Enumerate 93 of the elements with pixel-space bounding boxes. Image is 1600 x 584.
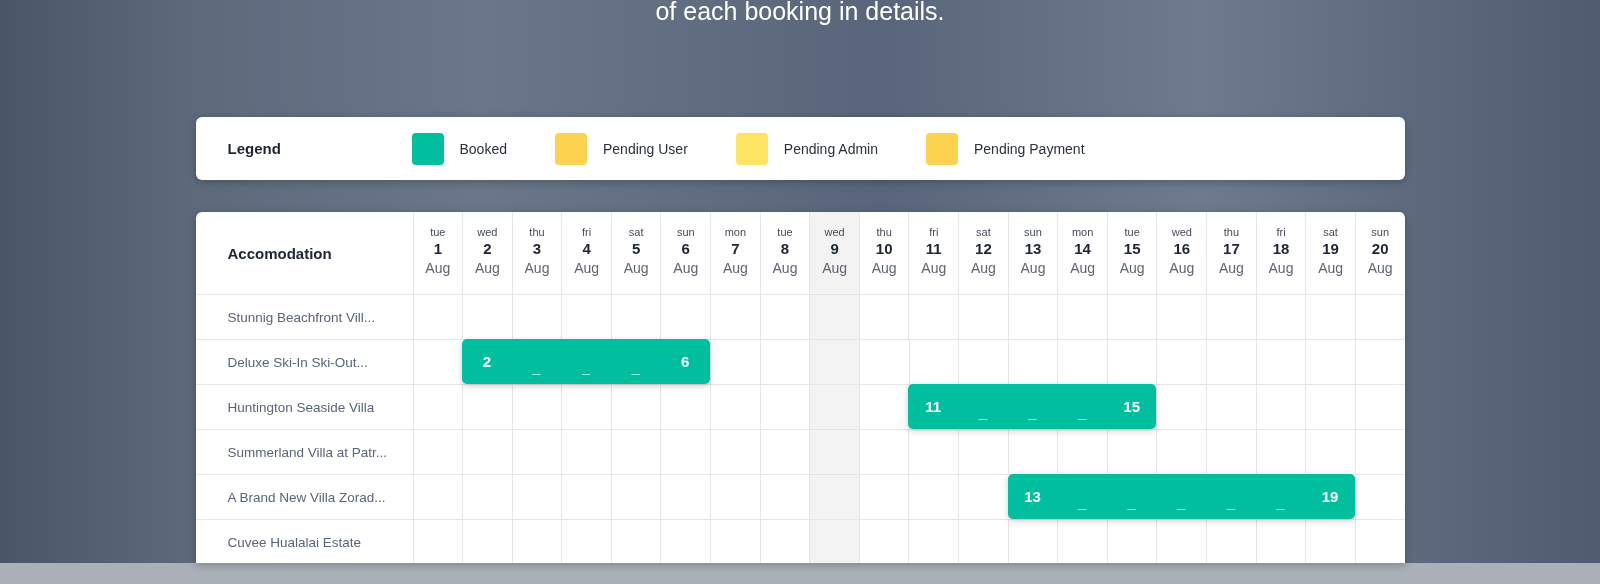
accommodation-name: Stunnig Beachfront Vill... [226, 309, 377, 325]
day-number: 6 [681, 239, 690, 259]
month-label: Aug [921, 259, 947, 277]
weekday-label: sat [976, 225, 991, 239]
weekday-label: mon [1071, 225, 1094, 239]
booking-day: 11 [925, 398, 942, 415]
month-label: Aug [1020, 259, 1046, 277]
month-label: Aug [822, 259, 848, 277]
weekday-label: fri [1276, 225, 1286, 239]
weekday-label: fri [929, 225, 939, 239]
weekday-label: mon [724, 225, 747, 239]
day-number: 3 [532, 239, 542, 259]
weekday-label: tue [1124, 225, 1140, 239]
legend-label: Pending Admin [783, 140, 878, 157]
booking-day: 13 [1024, 488, 1041, 505]
month-label: Aug [1218, 259, 1244, 277]
day-number: 12 [975, 239, 992, 259]
month-label: Aug [1119, 259, 1145, 277]
month-label: Aug [574, 259, 600, 277]
booking-dash: _ [1226, 494, 1236, 511]
booking-bar[interactable]: 11 _ _ _ 15 [908, 384, 1157, 429]
booking-dash: _ [532, 359, 541, 376]
booking-dash: _ [581, 359, 591, 376]
day-number: 1 [433, 239, 442, 259]
day-number: 7 [731, 239, 740, 259]
day-number: 18 [1272, 239, 1290, 259]
weekday-label: wed [824, 225, 845, 239]
booking-day: 6 [681, 353, 690, 370]
accommodation-name: A Brand New Villa Zorad... [226, 489, 387, 505]
weekday-label: fri [582, 225, 592, 239]
month-label: Aug [1070, 259, 1096, 277]
day-number: 20 [1371, 239, 1389, 259]
weekday-label: thu [529, 225, 545, 239]
booking-dash: _ [1127, 494, 1136, 511]
accommodation-name: Huntington Seaside Villa [226, 399, 376, 415]
month-label: Aug [722, 259, 748, 277]
booking-day: 19 [1321, 488, 1339, 505]
legend-label: Booked [459, 140, 507, 157]
weekday-label: tue [777, 225, 793, 239]
accommodation-name: Deluxe Ski-In Ski-Out... [226, 354, 369, 370]
day-number: 14 [1074, 239, 1091, 259]
weekday-label: sun [1024, 225, 1042, 239]
booking-dash: _ [1276, 494, 1285, 511]
weekday-label: sun [676, 225, 695, 239]
day-number: 9 [830, 239, 839, 259]
weekday-label: sun [1371, 225, 1390, 239]
month-label: Aug [524, 259, 550, 277]
month-label: Aug [1367, 259, 1393, 277]
day-number: 2 [483, 239, 492, 259]
booking-bar[interactable]: 2 _ _ _ 6 [462, 339, 711, 384]
booking-day: 15 [1123, 398, 1140, 415]
month-label: Aug [1268, 259, 1294, 277]
weekday-label: tue [430, 225, 446, 239]
weekday-label: thu [1223, 225, 1240, 239]
booking-dash: _ [978, 404, 988, 421]
day-number: 8 [780, 239, 790, 259]
booking-dash: _ [1077, 494, 1087, 511]
column-heading: Accomodation [226, 244, 333, 262]
month-label: Aug [474, 259, 500, 277]
month-label: Aug [673, 259, 699, 277]
weekday-label: thu [876, 225, 892, 239]
day-number: 17 [1223, 239, 1240, 259]
month-label: Aug [871, 259, 897, 277]
day-number: 15 [1123, 239, 1141, 259]
day-number: 10 [875, 239, 893, 259]
booking-bar[interactable]: 13 _ _ _ _ _ 19 [1007, 474, 1355, 519]
booking-dash: _ [1028, 404, 1037, 421]
month-label: Aug [623, 259, 649, 277]
legend-title: Legend [227, 140, 282, 157]
legend-label: Pending User [603, 140, 688, 157]
weekday-label: wed [477, 225, 498, 239]
month-label: Aug [772, 259, 798, 277]
weekday-label: sat [1323, 225, 1338, 239]
day-number: 19 [1322, 239, 1339, 259]
day-number: 13 [1024, 239, 1042, 259]
month-label: Aug [425, 259, 451, 277]
weekday-label: wed [1171, 225, 1192, 239]
month-label: Aug [970, 259, 996, 277]
day-number: 4 [582, 239, 591, 259]
booking-dash: _ [1077, 404, 1087, 421]
accommodation-name: Cuvee Hualalai Estate [226, 534, 363, 550]
weekday-label: sat [628, 225, 644, 239]
month-label: Aug [1169, 259, 1195, 277]
booking-dash: _ [631, 359, 640, 376]
booking-day: 2 [482, 353, 492, 370]
day-number: 11 [925, 239, 942, 259]
booking-dash: _ [1177, 494, 1186, 511]
headline: of each booking in details. [655, 0, 945, 27]
legend-label: Pending Payment [974, 140, 1085, 157]
accommodation-name: Summerland Villa at Patr... [226, 444, 389, 460]
day-number: 16 [1173, 239, 1191, 259]
day-number: 5 [632, 239, 641, 259]
month-label: Aug [1318, 259, 1344, 277]
